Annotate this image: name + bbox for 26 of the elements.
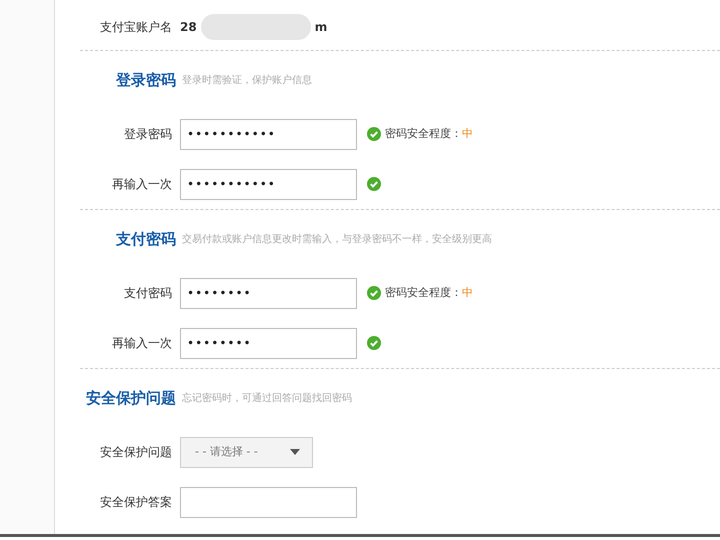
- field-label: 登录密码: [123, 126, 173, 143]
- field-label: 再输入一次: [111, 335, 173, 352]
- password-field[interactable]: ••••••••: [180, 278, 357, 308]
- section-description: 交易付款或账户信息更改时需输入，与登录密码不一样，安全级别更高: [181, 232, 492, 246]
- field-label: 支付密码: [123, 285, 173, 302]
- section-description: 忘记密码时，可通过回答问题找回密码: [181, 392, 352, 406]
- password-field[interactable]: •••••••••••: [180, 118, 357, 150]
- field-label: 再输入一次: [111, 176, 173, 193]
- strength-label: 密码安全程度：: [385, 126, 462, 142]
- strength-value: 中: [462, 126, 473, 142]
- caret-icon: [290, 449, 300, 455]
- strength-label: 密码安全程度：: [385, 284, 462, 301]
- field-label: 安全保护答案: [99, 494, 173, 511]
- field-label: 支付宝账户名: [99, 19, 173, 36]
- password-field[interactable]: •••••••••••: [180, 168, 357, 200]
- section-title: 安全保护问题: [86, 388, 176, 407]
- input-field[interactable]: [180, 486, 357, 518]
- account-name: 28: [180, 19, 197, 36]
- section-title: 支付密码: [116, 230, 176, 248]
- dropdown[interactable]: - - 请选择 - -: [180, 436, 313, 468]
- section-title: 登录密码: [116, 70, 176, 89]
- password-field[interactable]: ••••••••: [180, 328, 357, 358]
- strength-value: 中: [462, 284, 473, 301]
- account-name: m: [314, 19, 328, 36]
- field-label: 安全保护问题: [99, 444, 173, 461]
- section-description: 登录时需验证，保护账户信息: [181, 74, 312, 88]
